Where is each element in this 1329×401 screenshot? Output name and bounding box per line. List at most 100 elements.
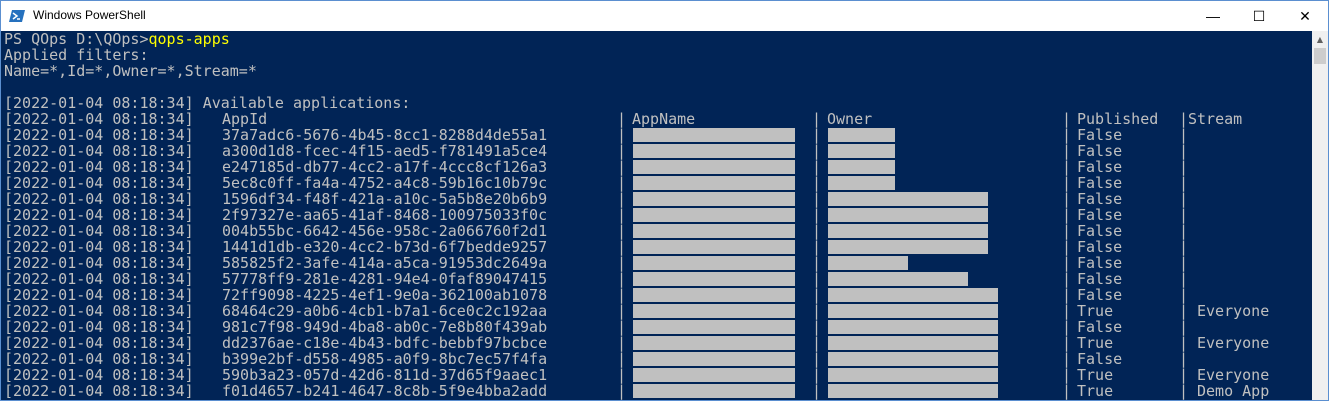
row-timestamp: [2022-01-04 08:18:34] <box>4 382 194 400</box>
row-published: False <box>1077 158 1123 176</box>
row-timestamp: [2022-01-04 08:18:34] <box>4 206 194 224</box>
row-published: False <box>1077 126 1123 144</box>
prompt-line: PS QOps D:\QOps>qops-apps <box>4 31 230 47</box>
row-timestamp: [2022-01-04 08:18:34] <box>4 286 194 304</box>
row-published: False <box>1077 142 1123 160</box>
header-appid: AppId <box>222 110 268 128</box>
row-stream: Everyone <box>1197 302 1270 320</box>
row-appid: e247185d-db77-4cc2-a17f-4ccc8cf126a3 <box>222 158 548 176</box>
row-appid: b399e2bf-d558-4985-a0f9-8bc7ec57f4fa <box>222 350 548 368</box>
redacted-owner <box>828 272 968 286</box>
row-separator: | <box>1179 142 1189 160</box>
row-timestamp: [2022-01-04 08:18:34] <box>4 222 194 240</box>
row-appid: 2f97327e-aa65-41af-8468-100975033f0c <box>222 206 548 224</box>
redacted-owner <box>828 320 998 334</box>
row-timestamp: [2022-01-04 08:18:34] <box>4 366 194 384</box>
row-separator: | <box>1062 318 1072 336</box>
row-separator: | <box>617 142 627 160</box>
row-separator: | <box>812 126 822 144</box>
redacted-owner <box>828 128 895 142</box>
redacted-appname <box>633 288 795 302</box>
row-separator: | <box>812 158 822 176</box>
row-separator: | <box>812 302 822 320</box>
row-separator: | <box>617 286 627 304</box>
row-separator: | <box>617 206 627 224</box>
row-published: False <box>1077 222 1123 240</box>
row-separator: | <box>617 350 627 368</box>
row-separator: | <box>1062 270 1072 288</box>
row-timestamp: [2022-01-04 08:18:34] <box>4 334 194 352</box>
row-separator: | <box>1062 286 1072 304</box>
redacted-owner <box>828 144 895 158</box>
row-separator: | <box>1062 382 1072 400</box>
row-separator: | <box>812 190 822 208</box>
row-appid: 981c7f98-949d-4ba8-ab0c-7e8b80f439ab <box>222 318 548 336</box>
row-stream: Demo App <box>1197 382 1270 400</box>
redacted-appname <box>633 192 795 206</box>
row-timestamp: [2022-01-04 08:18:34] <box>4 238 194 256</box>
redacted-appname <box>633 176 795 190</box>
row-appid: 72ff9098-4225-4ef1-9e0a-362100ab1078 <box>222 286 548 304</box>
redacted-appname <box>633 352 795 366</box>
redacted-owner <box>828 176 895 190</box>
row-separator: | <box>1179 174 1189 192</box>
row-published: False <box>1077 238 1123 256</box>
redacted-appname <box>633 384 795 398</box>
redacted-owner <box>828 368 998 382</box>
row-separator: | <box>812 382 822 400</box>
filters-value-line: Name=*,Id=*,Owner=*,Stream=* <box>4 62 257 80</box>
scroll-up-icon[interactable]: ▲ <box>1312 31 1328 48</box>
row-published: False <box>1077 286 1123 304</box>
console-output[interactable]: PS QOps D:\QOps>qops-apps Applied filter… <box>1 31 1312 400</box>
redacted-owner <box>828 208 988 222</box>
row-appid: 585825f2-3afe-414a-a5ca-91953dc2649a <box>222 254 548 272</box>
redacted-owner <box>828 304 998 318</box>
row-separator: | <box>1062 190 1072 208</box>
header-line: [2022-01-04 08:18:34] <box>4 111 194 127</box>
redacted-owner <box>828 288 998 302</box>
row-stream: Everyone <box>1197 366 1270 384</box>
row-separator: | <box>1062 222 1072 240</box>
row-timestamp: [2022-01-04 08:18:34] <box>4 318 194 336</box>
header-stream: Stream <box>1188 110 1243 128</box>
row-separator: | <box>617 270 627 288</box>
row-timestamp: [2022-01-04 08:18:34] <box>4 302 194 320</box>
header-separator: | <box>1179 110 1189 128</box>
row-separator: | <box>1062 206 1072 224</box>
row-separator: | <box>812 334 822 352</box>
header-owner: Owner <box>827 110 873 128</box>
scrollbar-thumb[interactable] <box>1314 48 1326 64</box>
row-separator: | <box>1062 254 1072 272</box>
row-separator: | <box>812 366 822 384</box>
row-separator: | <box>812 174 822 192</box>
close-button[interactable]: ✕ <box>1282 1 1328 31</box>
title-bar[interactable]: Windows PowerShell — ☐ ✕ <box>1 1 1328 31</box>
row-separator: | <box>1179 222 1189 240</box>
row-separator: | <box>1179 366 1189 384</box>
header-appname: AppName <box>632 110 696 128</box>
row-appid: 1596df34-f48f-421a-a10c-5a5b8e20b6b9 <box>222 190 548 208</box>
row-timestamp: [2022-01-04 08:18:34] <box>4 126 194 144</box>
minimize-button[interactable]: — <box>1190 1 1236 31</box>
powershell-icon <box>9 10 25 22</box>
maximize-button[interactable]: ☐ <box>1236 1 1282 31</box>
window-title: Windows PowerShell <box>33 8 146 22</box>
redacted-appname <box>633 272 795 286</box>
filters-line: Applied filters: <box>4 46 149 64</box>
row-separator: | <box>1179 238 1189 256</box>
vertical-scrollbar[interactable]: ▲ <box>1312 31 1328 400</box>
row-separator: | <box>1062 366 1072 384</box>
row-separator: | <box>1062 174 1072 192</box>
redacted-appname <box>633 320 795 334</box>
redacted-owner <box>828 160 895 174</box>
row-timestamp: [2022-01-04 08:18:34] <box>4 174 194 192</box>
row-timestamp: [2022-01-04 08:18:34] <box>4 254 194 272</box>
row-separator: | <box>812 350 822 368</box>
row-separator: | <box>1179 158 1189 176</box>
row-separator: | <box>812 286 822 304</box>
command: qops-apps <box>148 30 230 48</box>
row-separator: | <box>1179 302 1189 320</box>
row-separator: | <box>1179 334 1189 352</box>
row-timestamp: [2022-01-04 08:18:34] <box>4 190 194 208</box>
row-appid: 1441d1db-e320-4cc2-b73d-6f7bedde9257 <box>222 238 548 256</box>
